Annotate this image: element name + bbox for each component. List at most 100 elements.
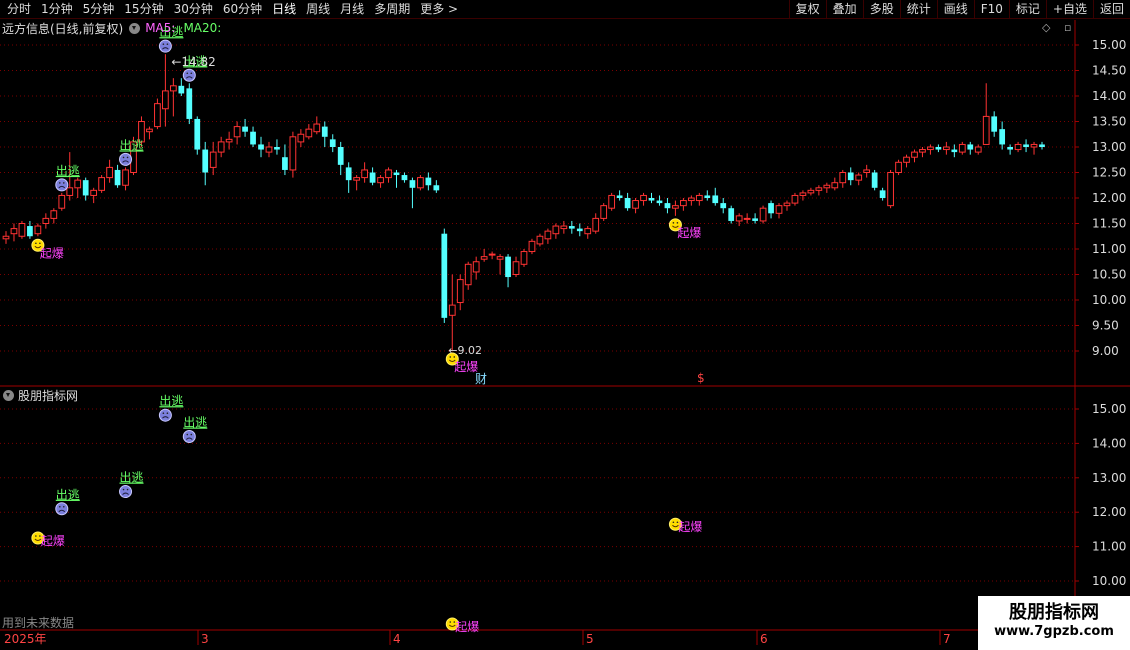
period-tab-0[interactable]: 分时: [2, 0, 36, 19]
toolbar-button-5[interactable]: F10: [973, 0, 1009, 19]
candle-body: [831, 182, 839, 189]
toolbar-button-2[interactable]: 多股: [862, 0, 900, 19]
candle-body: [927, 146, 934, 151]
candle-body: [1007, 147, 1013, 150]
candle-body: [480, 256, 488, 260]
candle-body: [369, 172, 376, 183]
period-tab-4[interactable]: 30分钟: [169, 0, 218, 19]
candle-body: [823, 184, 831, 189]
candle-body: [911, 151, 918, 158]
escape-face-icon-eye: [58, 182, 61, 184]
watermark-title: 股朋指标网: [1009, 602, 1099, 623]
candle-body: [600, 205, 608, 219]
candle-body: [66, 187, 74, 196]
boom-face-icon-eye: [676, 222, 679, 224]
period-tab-8[interactable]: 月线: [335, 0, 369, 19]
candle-body: [982, 115, 990, 145]
candle-body: [728, 208, 735, 221]
indicator-dropdown-icon[interactable]: [129, 22, 141, 34]
candle-body: [50, 210, 58, 219]
candle-body: [321, 126, 328, 137]
escape-face-icon-eye: [190, 72, 193, 75]
period-tab-10[interactable]: 更多 >: [415, 0, 463, 19]
chart-canvas[interactable]: 15.00 14.50 14.00 13.50 13.00 12.50 12.00 11.50…: [0, 0, 1130, 650]
sub-tick-label-5: 10.00: [1092, 574, 1126, 588]
candle-body: [305, 128, 313, 138]
toolbar-button-6[interactable]: 标记: [1008, 0, 1046, 19]
toolbar-button-4[interactable]: 画线: [936, 0, 974, 19]
month-label-4: 4: [393, 632, 401, 646]
sub-indicator-dropdown-icon[interactable]: [3, 389, 14, 401]
year-label: 2025年: [4, 632, 47, 646]
stock-chart-app: 15.00 14.50 14.00 13.50 13.00 12.50 12.00 11.50…: [0, 0, 1130, 650]
candle-body: [879, 190, 886, 198]
candle-body: [265, 146, 273, 153]
candle-body: [27, 226, 33, 237]
candle-body: [1014, 143, 1022, 151]
candle-body: [958, 143, 966, 153]
period-tab-3[interactable]: 15分钟: [119, 0, 168, 19]
candle-body: [568, 226, 575, 229]
candle-body: [695, 194, 703, 202]
diamond-icon[interactable]: ◇: [1042, 21, 1050, 34]
main-tick-label-0: 15.00: [1092, 38, 1126, 52]
sub-boom-signal-label: 起爆: [455, 620, 479, 634]
candle-body: [672, 205, 679, 209]
period-tab-7[interactable]: 周线: [301, 0, 335, 19]
ma5-label: MA5:: [145, 21, 176, 35]
sub-boom-face-icon-eye: [35, 535, 37, 537]
sub-boom-face-icon-eye: [449, 621, 452, 623]
candle-body: [687, 197, 695, 202]
period-tab-9[interactable]: 多周期: [369, 0, 415, 19]
toolbar-button-1[interactable]: 叠加: [825, 0, 863, 19]
candle-body: [592, 217, 600, 232]
escape-face-icon-eye: [162, 43, 165, 45]
candle-body: [250, 131, 256, 145]
toolbar-button-8[interactable]: 返回: [1092, 0, 1130, 19]
boom-face-icon-eye: [672, 222, 675, 224]
sub-escape-face-icon: [55, 502, 69, 516]
candle-body: [815, 187, 823, 191]
toolbar-button-0[interactable]: 复权: [788, 0, 826, 19]
period-tab-5[interactable]: 60分钟: [218, 0, 267, 19]
candle-body: [242, 126, 248, 132]
candle-body: [122, 169, 129, 186]
sub-escape-face-icon-eye: [162, 412, 165, 414]
escape-face-icon-eye: [166, 43, 169, 45]
period-tab-6[interactable]: 日线: [267, 0, 301, 19]
candle-body: [919, 149, 926, 153]
candle-body: [1030, 143, 1038, 148]
escape-signal-label: 出逃: [120, 138, 144, 152]
sub-boom-face-icon-eye: [672, 521, 675, 524]
candle-body: [409, 180, 416, 188]
candle-body: [34, 225, 42, 235]
period-tab-2[interactable]: 5分钟: [78, 0, 120, 19]
candle-body: [967, 144, 974, 150]
candle-body: [169, 85, 177, 92]
toolbar-button-3[interactable]: 统计: [899, 0, 937, 19]
toolbar-button-7[interactable]: +自选: [1045, 0, 1093, 19]
candle-body: [895, 161, 902, 174]
candle-body: [951, 149, 958, 153]
candle-body: [417, 177, 424, 189]
stock-title: 远方信息(日线,前复权): [2, 21, 124, 36]
candle-body: [863, 169, 871, 173]
candle-body: [974, 146, 982, 153]
candle-body: [1039, 144, 1045, 147]
candle-body: [935, 147, 942, 150]
period-tab-1[interactable]: 1分钟: [36, 0, 78, 19]
candle-body: [712, 195, 719, 204]
candle-body: [393, 172, 400, 176]
candle-body: [82, 180, 89, 196]
handle-icon[interactable]: ▫: [1064, 21, 1071, 34]
candle-body: [608, 194, 616, 209]
candle-body: [274, 147, 280, 150]
candle-body: [847, 172, 854, 181]
candle-body: [584, 228, 592, 235]
candle-body: [106, 166, 113, 179]
candle-body: [313, 123, 321, 133]
candle-body: [58, 194, 66, 209]
candle-body: [720, 203, 727, 209]
candle-body: [632, 200, 639, 209]
candle-body: [799, 192, 807, 196]
